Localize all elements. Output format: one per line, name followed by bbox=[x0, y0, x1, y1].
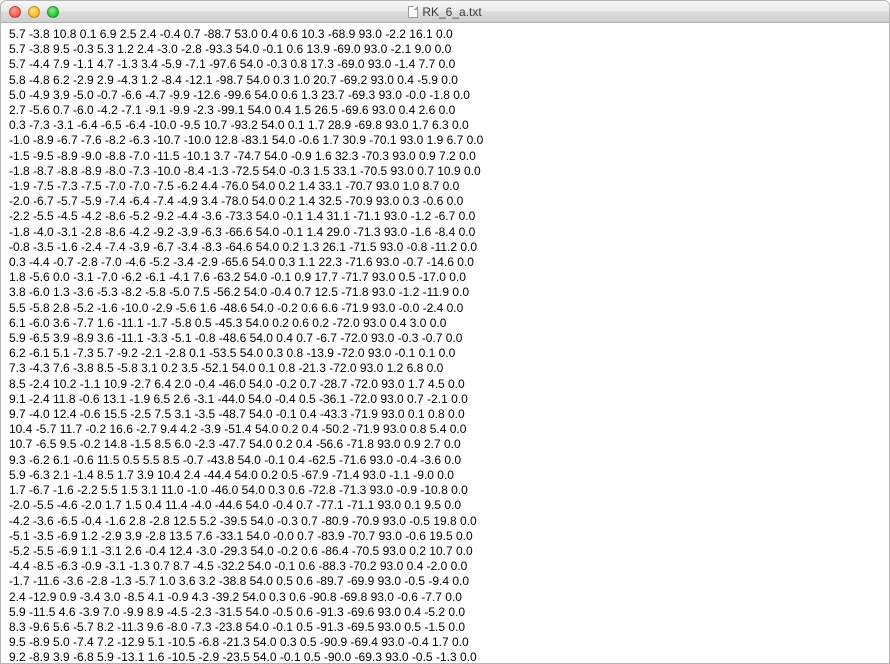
document-icon bbox=[408, 6, 418, 18]
text-content[interactable]: 5.7 -3.8 10.8 0.1 6.9 2.5 2.4 -0.4 0.7 -… bbox=[1, 23, 889, 663]
close-icon[interactable] bbox=[9, 6, 21, 18]
zoom-icon[interactable] bbox=[47, 6, 59, 18]
window-title: RK_6_a.txt bbox=[422, 5, 481, 19]
titlebar[interactable]: RK_6_a.txt bbox=[1, 1, 889, 23]
minimize-icon[interactable] bbox=[28, 6, 40, 18]
traffic-lights bbox=[9, 6, 59, 18]
window: RK_6_a.txt 5.7 -3.8 10.8 0.1 6.9 2.5 2.4… bbox=[0, 0, 890, 664]
title-wrap: RK_6_a.txt bbox=[1, 3, 889, 21]
